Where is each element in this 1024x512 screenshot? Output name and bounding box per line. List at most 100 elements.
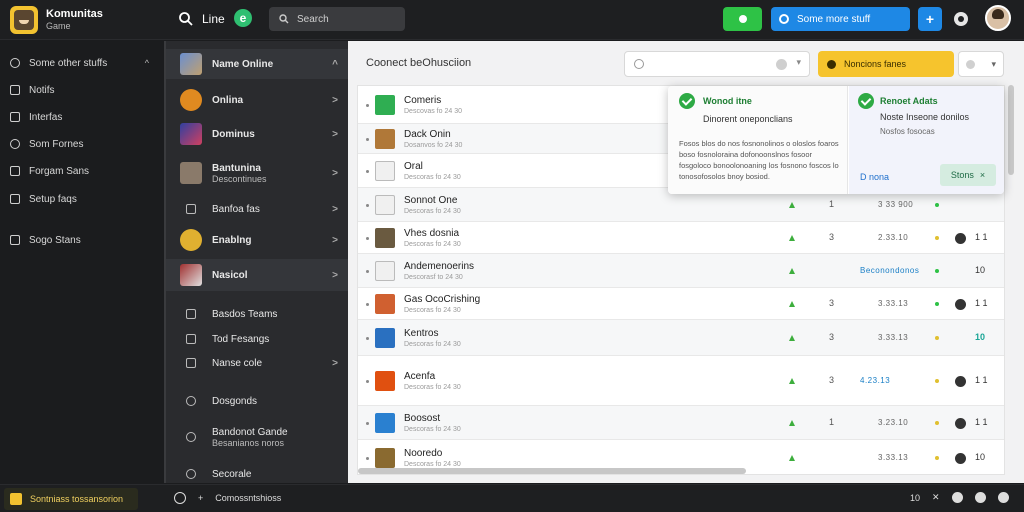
chevron-right-icon: >	[332, 94, 338, 106]
nav-item-0[interactable]: Some other stuffs ^	[0, 50, 163, 76]
row-tail-label[interactable]: 10	[975, 452, 985, 462]
table-row[interactable]: Acenfa Descoras fo 24 30 3 4.23.13 1 1	[358, 356, 1004, 406]
nav-item-1[interactable]: Notifs	[0, 77, 163, 103]
game-subtitle: Descoras fo 24 30	[404, 384, 461, 391]
row-value: 3 33 900	[878, 200, 914, 209]
row-value: 3.33.13	[878, 299, 909, 308]
star-icon	[186, 334, 196, 344]
action-circle-icon[interactable]	[955, 376, 966, 387]
home-link[interactable]: Line	[202, 12, 225, 26]
status-toggle-button[interactable]	[723, 7, 762, 31]
close-icon[interactable]: ✕	[932, 492, 940, 503]
game-name: Nooredo	[404, 448, 443, 459]
category-item-9[interactable]: Nanse cole >	[166, 353, 350, 373]
popup-confirm-button[interactable]: Stons ×	[940, 164, 996, 186]
info-icon[interactable]	[974, 492, 986, 503]
clear-icon[interactable]	[776, 59, 787, 70]
category-label: Basdos Teams	[212, 308, 278, 320]
game-thumbnail	[375, 371, 395, 391]
search-placeholder: Search	[297, 13, 329, 25]
category-item-3[interactable]: Bantunina Descontinues >	[166, 157, 350, 189]
nav-item-4[interactable]: Forgam Sans	[0, 158, 163, 184]
nav-item-6[interactable]: Sogo Stans	[0, 227, 163, 253]
circle-icon[interactable]	[174, 492, 186, 504]
status-left-label: Sontniass tossansorion	[30, 494, 124, 504]
game-subtitle: Descorasf to 24 30	[404, 274, 463, 281]
category-item-8[interactable]: Tod Fesangs	[166, 329, 350, 349]
row-tail-label[interactable]: 1 1	[975, 298, 988, 308]
category-item-10[interactable]: Dosgonds	[166, 391, 350, 411]
chevron-down-icon[interactable]: ▾	[796, 57, 801, 68]
row-tail-label[interactable]: 10	[975, 265, 985, 275]
status-left-button[interactable]: Sontniass tossansorion	[4, 488, 138, 510]
brand-subtitle: Game	[46, 21, 71, 31]
nav-item-3[interactable]: Som Fornes	[0, 131, 163, 157]
row-tail-label[interactable]: 1 1	[975, 417, 988, 427]
action-circle-icon[interactable]	[955, 453, 966, 464]
action-circle-icon[interactable]	[955, 233, 966, 244]
nav-item-label: Interfas	[29, 111, 63, 123]
brand[interactable]: Komunitas Game	[10, 6, 103, 34]
game-name: Andemenoerins	[404, 261, 475, 272]
row-tail-label[interactable]: 1 1	[975, 232, 988, 242]
category-label: Tod Fesangs	[212, 333, 270, 345]
table-row[interactable]: Gas OcoCrishing Descoras fo 24 30 3 3.33.13…	[358, 288, 1004, 320]
horizontal-scrollbar[interactable]	[358, 468, 746, 474]
plus-icon[interactable]: +	[198, 493, 203, 503]
gear-icon[interactable]	[954, 12, 968, 26]
search-icon[interactable]	[178, 11, 194, 27]
wrench-icon	[10, 194, 20, 204]
category-label: Banfoa fas	[212, 203, 260, 215]
action-circle-icon[interactable]	[955, 418, 966, 429]
settings-icon[interactable]	[951, 492, 963, 503]
category-label: Enablng	[212, 234, 252, 246]
notifications-button[interactable]: Noncions fanes	[818, 51, 954, 77]
nav-item-label: Som Fornes	[29, 138, 84, 150]
row-bullet	[366, 170, 369, 173]
status-dot-icon	[935, 203, 939, 207]
category-thumb	[180, 264, 202, 286]
vertical-scrollbar[interactable]	[1008, 85, 1014, 175]
row-value: 3.33.13	[878, 333, 909, 342]
clock-icon	[186, 432, 196, 442]
table-row[interactable]: Boosost Descoras fo 24 30 1 3.23.10 1 1	[358, 406, 1004, 440]
category-item-6[interactable]: Nasicol >	[166, 259, 350, 291]
category-item-2[interactable]: Dominus >	[166, 121, 350, 147]
game-name: Gas OcoCrishing	[404, 294, 481, 305]
filter-input[interactable]: ▾	[624, 51, 810, 77]
user-icon[interactable]	[997, 492, 1009, 503]
category-label: Dominus	[212, 128, 255, 140]
category-item-12[interactable]: Secorale	[166, 465, 350, 483]
add-button[interactable]: +	[918, 7, 942, 31]
category-item-1[interactable]: Onlina >	[166, 87, 350, 113]
e-badge-icon[interactable]: e	[234, 9, 252, 27]
chevron-right-icon: >	[332, 128, 338, 140]
row-value: Beconondonos	[860, 266, 920, 275]
primary-action-label: Some more stuff	[797, 13, 871, 25]
nav-item-5[interactable]: Setup faqs	[0, 186, 163, 212]
row-tail-label[interactable]: 10	[975, 332, 985, 342]
status-dot-icon	[935, 336, 939, 340]
category-item-0[interactable]: Name Online ^	[166, 49, 350, 79]
category-label: Bandonot Gande	[212, 426, 288, 438]
category-thumb	[180, 162, 202, 184]
table-row[interactable]: Vhes dosnia Descoras fo 24 30 3 2.33.10 1 1	[358, 222, 1004, 254]
options-dropdown[interactable]: ▾	[958, 51, 1004, 77]
nav-item-2[interactable]: Interfas	[0, 104, 163, 130]
status-dot-icon	[935, 302, 939, 306]
action-circle-icon[interactable]	[955, 299, 966, 310]
status-mid-label[interactable]: Comossntshioss	[215, 493, 281, 503]
primary-action-button[interactable]: Some more stuff	[771, 7, 910, 31]
search-input[interactable]: Search	[269, 7, 405, 31]
category-item-7[interactable]: Basdos Teams	[166, 304, 350, 324]
table-row[interactable]: Andemenoerins Descorasf to 24 30 Beconondo…	[358, 254, 1004, 288]
category-item-4[interactable]: Banfoa fas >	[166, 199, 350, 219]
app-window: Komunitas Game Line e Search Some more s…	[0, 0, 1024, 512]
avatar[interactable]	[985, 5, 1011, 31]
category-item-11[interactable]: Bandonot Gande Besanianos noros	[166, 421, 350, 453]
table-row[interactable]: Kentros Descoras fo 24 30 3 3.33.13 10	[358, 320, 1004, 356]
category-item-5[interactable]: Enablng >	[166, 227, 350, 253]
row-bullet	[366, 204, 369, 207]
row-tail-label[interactable]: 1 1	[975, 375, 988, 385]
popup-link-button[interactable]: D nona	[860, 172, 889, 182]
